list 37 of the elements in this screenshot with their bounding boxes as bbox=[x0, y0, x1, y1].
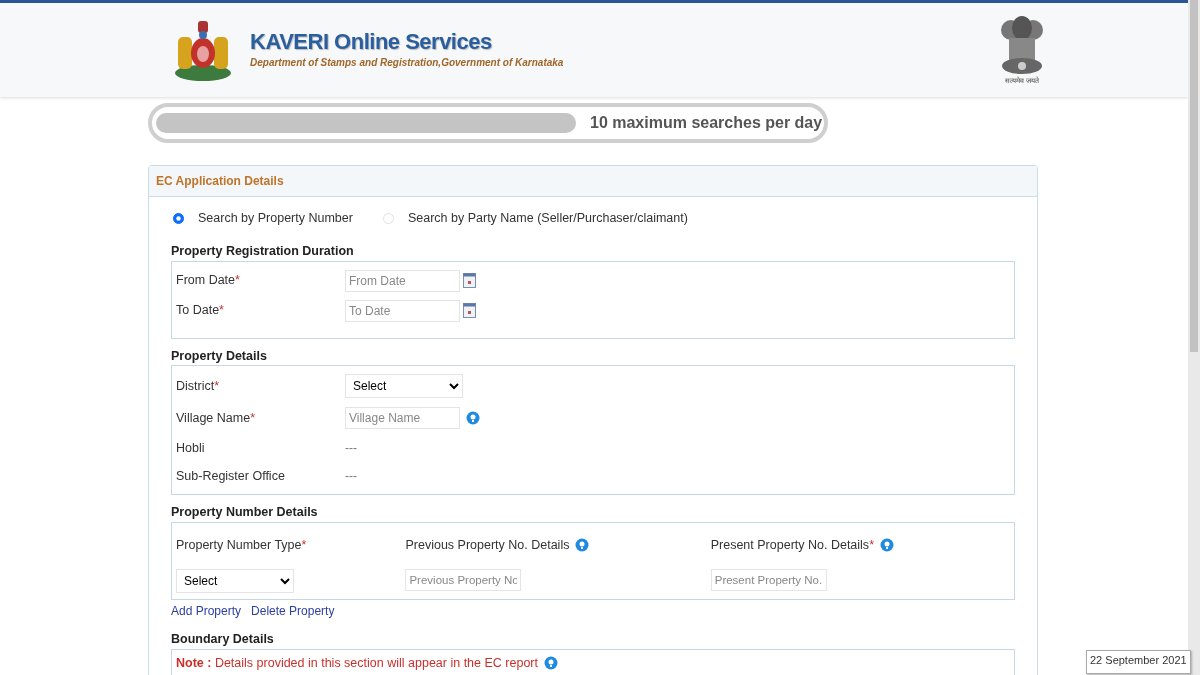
scrollbar[interactable] bbox=[1188, 0, 1200, 675]
action-link[interactable]: Delete Property bbox=[251, 602, 335, 620]
field-value: --- bbox=[345, 468, 357, 486]
dropdown[interactable]: Select bbox=[345, 374, 463, 399]
section-title: Boundary Details bbox=[171, 631, 275, 648]
national-emblem-icon bbox=[999, 13, 1046, 76]
date-tooltip: 22 September 2021 bbox=[1086, 650, 1191, 674]
radio-option[interactable]: Search by Property Number bbox=[173, 209, 353, 228]
field-label: District* bbox=[176, 377, 221, 395]
field-label: Property Number Type* bbox=[176, 536, 307, 554]
section-title: Property Number Details bbox=[171, 504, 319, 522]
radio-option[interactable]: Search by Party Name (Seller/Purchaser/claimant) bbox=[382, 209, 688, 228]
field-label: Village Name* bbox=[176, 409, 256, 427]
field-label: Present Property No. Details* bbox=[710, 536, 874, 554]
field-label: To Date* bbox=[176, 302, 225, 320]
section-title: Property Registration Duration bbox=[171, 242, 355, 260]
calendar-icon[interactable] bbox=[463, 273, 476, 288]
search-limit-text: 10 maximum searches per day bbox=[590, 113, 823, 133]
date-field[interactable]: To Date bbox=[345, 299, 460, 322]
input-field[interactable]: Previous Property No bbox=[405, 569, 522, 591]
site-subtitle: Department of Stamps and Registration,Government of Karnataka bbox=[250, 55, 564, 70]
field-label: From Date* bbox=[176, 272, 241, 290]
action-link[interactable]: Add Property bbox=[171, 602, 242, 620]
input-field[interactable]: Present Property No. bbox=[710, 569, 827, 591]
panel-title: EC Application Details bbox=[149, 166, 1037, 197]
dropdown[interactable]: Select bbox=[176, 569, 294, 593]
field-label: Sub-Register Office bbox=[176, 467, 286, 485]
field-label: Previous Property No. Details bbox=[405, 536, 570, 554]
note-text: Note : Details provided in this section will appear in the EC report bbox=[176, 654, 538, 672]
field-value: --- bbox=[345, 440, 357, 458]
date-field[interactable]: From Date bbox=[345, 269, 460, 292]
section-title: Property Details bbox=[171, 347, 268, 365]
calendar-icon[interactable] bbox=[463, 303, 476, 318]
site-title: KAVERI Online Services bbox=[250, 30, 493, 55]
input-field[interactable]: Village Name bbox=[345, 407, 460, 430]
field-label: Hobli bbox=[176, 439, 206, 457]
radio-button[interactable] bbox=[173, 212, 184, 224]
